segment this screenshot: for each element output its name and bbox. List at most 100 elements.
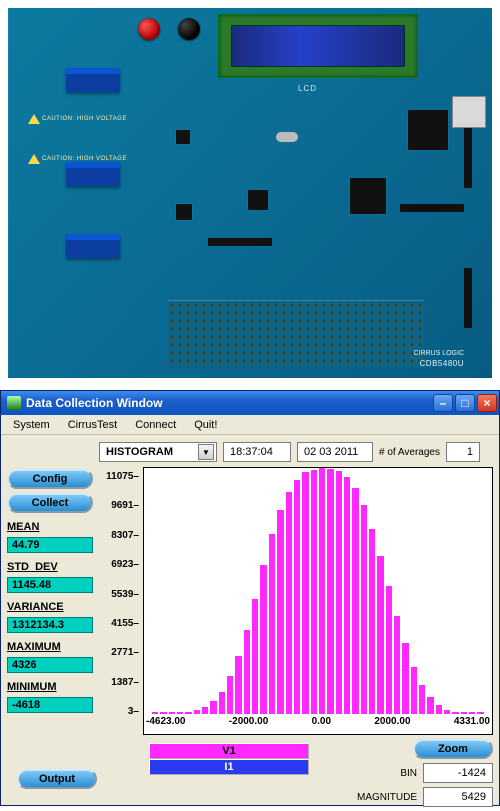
menu-cirrustest[interactable]: CirrusTest [60, 417, 126, 433]
pin-header-icon [400, 204, 464, 212]
histogram-bar [427, 697, 433, 714]
histogram-bar [386, 586, 392, 714]
stat-max-label: MAXIMUM [7, 641, 93, 653]
menu-quit[interactable]: Quit! [186, 417, 225, 433]
terminal-block-icon [66, 234, 120, 258]
x-tick-label: 4331.00 [454, 716, 490, 732]
menu-connect[interactable]: Connect [127, 417, 184, 433]
y-tick-label: 9691– [99, 500, 139, 511]
menu-system[interactable]: System [5, 417, 58, 433]
terminal-block-icon [66, 162, 120, 186]
stat-mean-label: MEAN [7, 521, 93, 533]
terminal-block-icon [66, 68, 120, 92]
histogram-bar [319, 468, 325, 714]
toolbar: HISTOGRAM ▼ 18:37:04 02 03 2011 # of Ave… [99, 441, 493, 463]
histogram-bar [469, 712, 475, 714]
pin-header-icon [208, 238, 272, 246]
histogram-bar [327, 469, 333, 714]
histogram-bar [311, 470, 317, 714]
magnitude-label: MAGNITUDE [357, 792, 417, 803]
binding-post-red-icon [138, 18, 160, 40]
histogram-bar [219, 692, 225, 714]
histogram-bar [294, 480, 300, 714]
ic-chip-icon [408, 110, 448, 150]
bottom-panel: V1 I1 Zoom BIN -1424 MAGNITUDE 5429 [99, 739, 493, 799]
high-voltage-label: CAUTION: HIGH VOLTAGE [42, 116, 127, 122]
histogram-bar [169, 712, 175, 714]
ic-chip-icon [350, 178, 386, 214]
histogram-bar [286, 492, 292, 714]
histogram-bar [277, 510, 283, 714]
minimize-icon: – [440, 396, 447, 410]
ic-chip-icon [176, 130, 190, 144]
maximize-button[interactable]: □ [455, 394, 475, 412]
stat-var-value: 1312134.3 [7, 617, 93, 633]
stat-max-value: 4326 [7, 657, 93, 673]
bin-label: BIN [400, 768, 417, 779]
stat-std-label: STD_DEV [7, 561, 93, 573]
histogram-bar [344, 477, 350, 714]
histogram-bar [227, 676, 233, 714]
mode-dropdown-value: HISTOGRAM [106, 446, 173, 458]
brand-label: CIRRUS LOGIC [413, 350, 464, 357]
stat-min-value: -4618 [7, 697, 93, 713]
ic-chip-icon [248, 190, 268, 210]
close-icon: × [483, 396, 490, 410]
bin-value: -1424 [423, 763, 493, 783]
histogram-bar [361, 505, 367, 714]
histogram-bar [160, 712, 166, 714]
y-tick-label: 3– [99, 706, 139, 717]
histogram-bar [394, 616, 400, 714]
stat-mean-value: 44.79 [7, 537, 93, 553]
high-voltage-label: CAUTION: HIGH VOLTAGE [42, 156, 127, 162]
mode-dropdown[interactable]: HISTOGRAM ▼ [99, 442, 217, 462]
data-collection-window: Data Collection Window – □ × System Cirr… [0, 390, 500, 806]
channel-legend: V1 I1 [149, 743, 309, 775]
time-field[interactable]: 18:37:04 [223, 442, 291, 462]
histogram-plot[interactable]: 11075–9691–8307–6923–5539–4155–2771–1387… [99, 467, 493, 735]
histogram-bar [369, 529, 375, 714]
avg-input[interactable]: 1 [446, 442, 480, 462]
histogram-bar [302, 472, 308, 714]
lcd-silkscreen-label: LCD [298, 84, 317, 93]
collect-button[interactable]: Collect [7, 493, 93, 513]
histogram-bar [235, 656, 241, 714]
y-tick-label: 8307– [99, 530, 139, 541]
histogram-bar [352, 488, 358, 714]
y-tick-label: 5539– [99, 589, 139, 600]
lcd-module-icon [218, 14, 418, 78]
prototyping-area-icon [168, 300, 424, 368]
y-tick-label: 6923– [99, 559, 139, 570]
plot-area[interactable]: -4623.00-2000.000.002000.004331.00 [143, 467, 493, 735]
crystal-icon [276, 132, 298, 142]
histogram-bar [269, 534, 275, 714]
y-tick-label: 1387– [99, 677, 139, 688]
pcb-photo: LCD CAUTION: HIGH VOLTAGE CAUTION: HIGH … [0, 0, 500, 386]
config-button[interactable]: Config [7, 469, 93, 489]
histogram-bar [411, 667, 417, 714]
avg-label: # of Averages [379, 447, 440, 458]
channel-v1-button[interactable]: V1 [149, 743, 309, 759]
part-number-label: CDB5480U [420, 359, 464, 368]
histogram-bar [444, 710, 450, 714]
channel-i1-button[interactable]: I1 [149, 759, 309, 775]
output-button[interactable]: Output [17, 769, 97, 789]
plot-y-axis: 11075–9691–8307–6923–5539–4155–2771–1387… [99, 467, 143, 735]
close-button[interactable]: × [477, 394, 497, 412]
pin-header-icon [464, 268, 472, 328]
binding-post-black-icon [178, 18, 200, 40]
y-tick-label: 11075– [99, 471, 139, 482]
stat-min-label: MINIMUM [7, 681, 93, 693]
minimize-button[interactable]: – [433, 394, 453, 412]
maximize-icon: □ [461, 396, 468, 410]
date-field[interactable]: 02 03 2011 [297, 442, 373, 462]
histogram-bar [185, 712, 191, 714]
ic-chip-icon [176, 204, 192, 220]
window-titlebar[interactable]: Data Collection Window – □ × [1, 391, 499, 415]
histogram-bar [202, 707, 208, 714]
lcd-screen-icon [231, 25, 405, 67]
sidebar: Config Collect MEAN 44.79 STD_DEV 1145.4… [7, 441, 93, 799]
zoom-button[interactable]: Zoom [413, 739, 493, 759]
y-tick-label: 2771– [99, 647, 139, 658]
pin-header-icon [464, 128, 472, 188]
